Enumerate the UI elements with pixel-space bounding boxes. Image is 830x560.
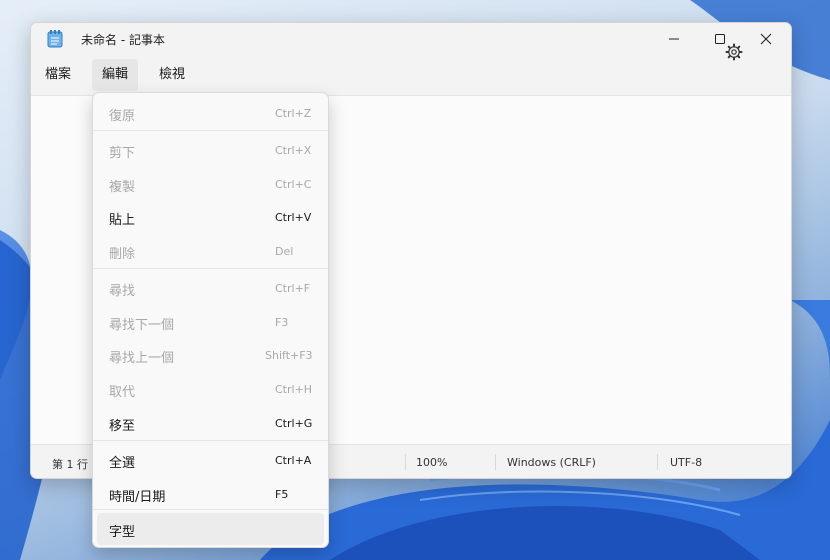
menu-item-time-date[interactable]: 時間/日期 F5 [97,478,324,510]
menu-divider [93,268,328,269]
minimize-button[interactable] [651,23,697,55]
status-divider [405,454,406,470]
status-divider [657,454,658,470]
menu-item-copy[interactable]: 複製 Ctrl+C [97,168,324,200]
status-line-ending: Windows (CRLF) [507,456,596,469]
status-zoom: 100% [416,456,448,469]
menu-view[interactable]: 檢視 [149,59,195,91]
menu-divider [93,440,328,441]
gear-icon[interactable] [725,43,743,61]
status-cursor-position: 第 1 行 [52,458,88,471]
close-button[interactable] [743,23,789,55]
minimize-icon [669,38,679,40]
title-bar[interactable]: 未命名 - 記事本 [31,23,791,55]
menu-item-replace[interactable]: 取代 Ctrl+H [97,373,324,405]
status-divider [495,454,496,470]
menu-item-find[interactable]: 尋找 Ctrl+F [97,272,324,304]
menu-file[interactable]: 檔案 [35,59,81,91]
menu-item-delete[interactable]: 刪除 Del [97,235,324,267]
menu-bar: 檔案 編輯 檢視 [31,55,791,96]
menu-item-font[interactable]: 字型 [97,513,324,545]
menu-divider [93,130,328,131]
menu-item-paste[interactable]: 貼上 Ctrl+V [97,201,324,233]
menu-item-cut[interactable]: 剪下 Ctrl+X [97,134,324,166]
menu-edit[interactable]: 編輯 [92,59,139,91]
menu-item-find-previous[interactable]: 尋找上一個 Shift+F3 [97,339,324,371]
menu-item-find-next[interactable]: 尋找下一個 F3 [97,306,324,338]
menu-item-go-to[interactable]: 移至 Ctrl+G [97,407,324,439]
menu-item-select-all[interactable]: 全選 Ctrl+A [97,444,324,476]
notepad-icon [47,30,63,48]
close-icon [760,33,772,45]
menu-item-undo[interactable]: 復原 Ctrl+Z [97,97,324,129]
menu-divider [93,509,328,510]
window-title: 未命名 - 記事本 [81,33,165,47]
edit-menu-dropdown: 復原 Ctrl+Z 剪下 Ctrl+X 複製 Ctrl+C 貼上 Ctrl+V … [92,92,329,548]
status-encoding: UTF-8 [670,456,703,469]
